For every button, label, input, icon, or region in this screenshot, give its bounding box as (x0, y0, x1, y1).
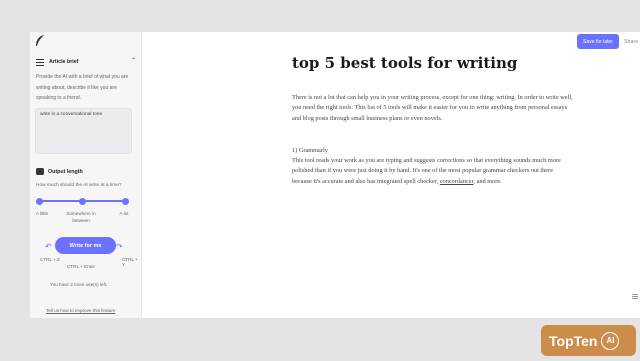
uses-remaining: You have 2 more use(s) left. (50, 282, 108, 287)
concordancer-link[interactable]: concordancer (440, 178, 474, 185)
item1-text-after: , and more. (473, 177, 502, 185)
robot-icon (36, 168, 44, 175)
feather-logo-icon (36, 35, 44, 46)
slider-stop-lot[interactable] (122, 197, 129, 205)
slider-label-lot: A lot (119, 211, 129, 216)
output-length-title: Output length (48, 168, 83, 175)
slider-stop-little[interactable] (36, 197, 43, 205)
slider-stop-between[interactable] (79, 197, 86, 205)
badge-brand: TopTen (549, 332, 598, 349)
slider-label-between: Somewhere in between (66, 211, 96, 223)
output-length-header: Output length (36, 168, 83, 175)
sidebar: Article brief ⌃ Provide the AI with a br… (30, 32, 142, 318)
redo-icon[interactable]: ↷ (116, 242, 123, 251)
app-window: Article brief ⌃ Provide the AI with a br… (30, 32, 640, 318)
undo-icon[interactable]: ↶ (45, 242, 52, 251)
article-brief-description: Provide the AI with a brief of what you … (36, 74, 129, 101)
menu-icon[interactable] (632, 294, 638, 299)
share-button[interactable]: Share (624, 39, 638, 45)
shortcut-redo: CTRL + Y (122, 257, 138, 267)
document-title[interactable]: top 5 best tools for writing (292, 54, 517, 72)
write-for-me-button[interactable]: Write for me (55, 237, 116, 254)
topten-ai-badge: TopTen AI (541, 325, 636, 356)
output-length-slider[interactable] (36, 197, 129, 205)
item1-paragraph: 1) Grammarly This tool reads your work a… (292, 146, 574, 187)
improve-feedback-link[interactable]: Tell us how to improve this feature (46, 308, 115, 313)
shortcut-write: CTRL + Enter (67, 264, 96, 269)
editor: Save for later Share ✦ top 5 best tools … (143, 32, 640, 318)
brief-textarea[interactable]: write in a conversational tone (35, 108, 132, 154)
chevron-up-icon[interactable]: ⌃ (131, 57, 136, 64)
document-body[interactable]: There is not a lot that can help you in … (292, 93, 574, 209)
badge-ai: AI (601, 331, 620, 350)
item1-heading: 1) Grammarly (292, 146, 328, 154)
shortcut-undo: CTRL + Z (40, 257, 60, 262)
intro-paragraph: There is not a lot that can help you in … (292, 94, 573, 122)
list-icon (36, 58, 44, 66)
article-brief-header[interactable]: Article brief ⌃ (36, 57, 136, 67)
save-for-later-button[interactable]: Save for later (577, 34, 619, 49)
slider-label-little: A little (35, 211, 49, 216)
output-length-question: How much should the AI write at a time? (36, 183, 122, 188)
article-brief-title: Article brief (49, 59, 79, 65)
item1-text-before: This tool reads your work as you are typ… (292, 157, 561, 185)
